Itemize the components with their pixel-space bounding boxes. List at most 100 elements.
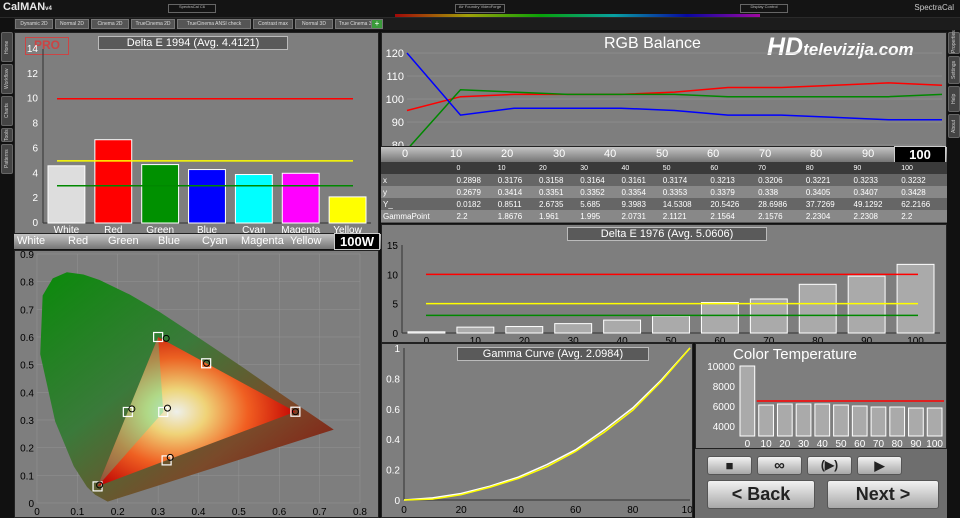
add-tab-button[interactable]: +: [371, 19, 383, 29]
side-tab-patterns[interactable]: Patterns: [1, 144, 13, 174]
x-tick-label: 10: [761, 439, 773, 449]
source-indicator[interactable]: Air Foundry VideoForge: [455, 4, 505, 13]
y-tick-label: 0.9: [20, 251, 34, 261]
side-tab-properties[interactable]: Properties: [948, 30, 960, 54]
side-tab-tools[interactable]: Tools: [1, 128, 13, 142]
level-item[interactable]: 70: [759, 148, 771, 160]
table-cell: 20: [538, 164, 547, 172]
level-item[interactable]: 80: [810, 148, 822, 160]
loop-button[interactable]: ∞: [757, 456, 802, 475]
level-item[interactable]: 30: [553, 148, 565, 160]
bar-magenta: [281, 172, 320, 224]
x-tick-label: 100: [907, 336, 924, 343]
tab-dynamic-2d[interactable]: Dynamic 2D: [15, 19, 53, 29]
table-cell: 0.3161: [621, 175, 646, 185]
level-item[interactable]: 20: [501, 148, 513, 160]
delta-e-1976-bar: [847, 275, 886, 334]
strip-item-yellow[interactable]: Yellow: [290, 235, 321, 247]
table-cell: 2.2: [901, 211, 913, 221]
level-item[interactable]: 90: [862, 148, 874, 160]
y-tick-label: 6: [32, 143, 38, 154]
rgb-balance-chart: 120 110 100 90 80: [386, 48, 943, 146]
delta-e-1976-bar: [505, 326, 544, 334]
y-tick-label: 0.7: [20, 305, 34, 316]
x-tick-label: 70: [873, 439, 885, 449]
level-item[interactable]: 40: [604, 148, 616, 160]
tab-normal-3d[interactable]: Normal 3D: [295, 19, 333, 29]
x-tick-label: 90: [910, 439, 922, 449]
stop-button[interactable]: ■: [707, 456, 752, 475]
y-tick-label: 1: [394, 344, 400, 355]
table-cell: 0.0182: [456, 199, 481, 209]
level-item[interactable]: 60: [707, 148, 719, 160]
x-tick-label: 0.1: [70, 507, 84, 518]
tab-contrast-max[interactable]: Contrast max: [253, 19, 293, 29]
level-item[interactable]: 10: [450, 148, 462, 160]
table-cell: 0.3379: [710, 187, 735, 197]
x-tick-label: 0.5: [232, 507, 246, 518]
color-bar: [395, 14, 760, 17]
x-tick-label: 0.6: [272, 507, 286, 518]
tab-truecinema-2d[interactable]: TrueCinema 2D: [131, 19, 175, 29]
y-tick-label: 0.6: [20, 333, 34, 344]
table-cell: 0.3351: [538, 187, 564, 197]
y-tick-label: 6000: [713, 402, 736, 413]
table-cell: 2.0731: [621, 211, 646, 221]
delta-e-1976-bar: [407, 331, 446, 334]
side-tab-workflow[interactable]: Workflow: [1, 64, 13, 94]
delta-e-1976-panel: Delta E 1976 (Avg. 5.0606) 15 10 5 0 0 10 20 30…: [381, 224, 947, 343]
strip-item-cyan[interactable]: Cyan: [202, 235, 228, 247]
strip-item-green[interactable]: Green: [108, 235, 139, 247]
side-tab-settings[interactable]: Settings: [948, 56, 960, 84]
color-temp-bar: [795, 403, 812, 437]
table-cell: 100: [901, 164, 913, 172]
y-tick-label: 0: [28, 499, 34, 510]
table-cell: 14.5308: [662, 199, 692, 209]
table-header-row: 0 10 20 30 40 50 60 70 80 90 100: [381, 162, 947, 174]
tab-cinema-2d[interactable]: Cinema 2D: [91, 19, 129, 29]
strip-item-white[interactable]: White: [17, 235, 45, 247]
level-item[interactable]: 50: [656, 148, 668, 160]
x-tick-label: 0.3: [151, 507, 165, 518]
x-tick-label: Magenta: [281, 225, 320, 234]
strip-item-blue[interactable]: Blue: [158, 235, 180, 247]
table-cell: 2.2: [456, 211, 468, 221]
side-tab-about[interactable]: About: [948, 114, 960, 138]
display-indicator[interactable]: Display Control: [740, 4, 788, 13]
table-row: GammaPoint 2.2 1.8676 1.961 1.995 2.0731 2.112…: [381, 210, 947, 222]
read-continuous-button[interactable]: ▶: [857, 456, 902, 475]
table-cell: 0.8511: [497, 199, 522, 209]
x-tick-label: Red: [104, 225, 122, 234]
tab-normal-2d[interactable]: Normal 2D: [55, 19, 89, 29]
back-button[interactable]: < Back: [707, 480, 815, 509]
table-row: Y_ 0.0182 0.8511 2.6735 5.685 9.3983 14.5308 20…: [381, 198, 947, 210]
table-cell: 0.3232: [901, 175, 926, 185]
delta-e-1994-panel: PRO Delta E 1994 (Avg. 4.4121) 14 12 10 8 6 4…: [14, 32, 379, 234]
strip-item-magenta[interactable]: Magenta: [241, 235, 293, 247]
color-temp-bar: [776, 403, 793, 437]
table-row: x 0.2898 0.3176 0.3158 0.3164 0.3161 0.3174 0.3…: [381, 174, 947, 186]
step-read-button[interactable]: (▶): [807, 456, 852, 475]
side-tab-home[interactable]: Home: [1, 32, 13, 62]
table-cell: 1.8676: [497, 211, 523, 221]
x-tick-label: 100: [682, 505, 693, 516]
color-temp-bar: [758, 404, 774, 437]
x-tick-label: 0.8: [353, 507, 367, 518]
table-cell: 5.685: [580, 199, 601, 209]
table-cell: 0.3233: [853, 175, 878, 185]
strip-item-red[interactable]: Red: [68, 235, 88, 247]
rgb-series-line: [406, 52, 942, 121]
meter-indicator[interactable]: SpectraCal C6: [168, 4, 216, 13]
color-temp-bar: [739, 365, 756, 437]
x-tick-label: 40: [617, 336, 629, 343]
x-tick-label: 80: [892, 439, 904, 449]
delta-e-1976-chart: 1510500 10 20 30 40 50 60 70 80 90 100: [387, 241, 940, 343]
tab-truecinema-ansi[interactable]: TrueCinema ANSI check: [177, 19, 251, 29]
side-tab-help[interactable]: Help: [948, 86, 960, 112]
level-item[interactable]: 0: [402, 148, 408, 160]
side-tab-charts[interactable]: Charts: [1, 96, 13, 126]
y-tick-label: 8000: [713, 382, 736, 393]
rgb-balance-panel: RGB Balance HDtelevizija.com 120 110 100 90…: [381, 32, 947, 147]
table-cell: 0.3428: [901, 187, 926, 197]
next-button[interactable]: Next >: [827, 480, 939, 509]
